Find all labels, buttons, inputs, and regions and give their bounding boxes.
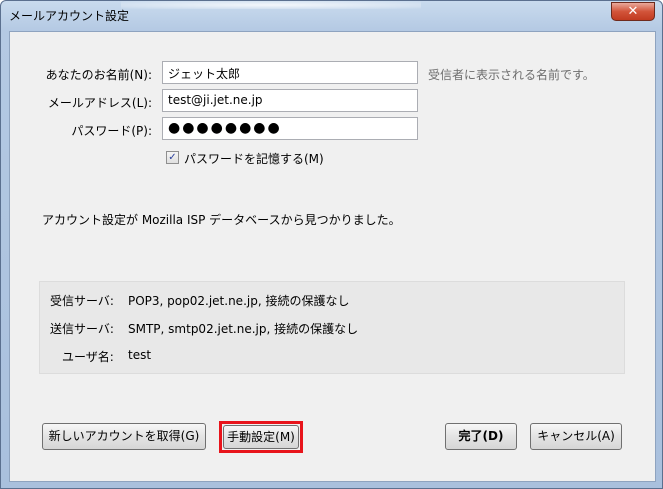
- username-value: test: [128, 348, 152, 362]
- password-label: パスワード(P):: [71, 124, 152, 138]
- done-button[interactable]: 完了(D): [445, 423, 517, 450]
- server-info-box: 受信サーバ: POP3, pop02.jet.ne.jp, 接続の保護なし 送信…: [39, 281, 625, 374]
- incoming-server-value: POP3, pop02.jet.ne.jp, 接続の保護なし: [128, 294, 350, 308]
- window-title: メールアカウント設定: [9, 9, 130, 23]
- name-hint: 受信者に表示される名前です。: [428, 68, 595, 82]
- dialog-body: あなたのお名前(N): ジェット太郎 受信者に表示される名前です。 メールアドレ…: [9, 31, 656, 482]
- new-account-button[interactable]: 新しいアカウントを取得(G): [42, 423, 206, 450]
- outgoing-server-value: SMTP, smtp02.jet.ne.jp, 接続の保護なし: [128, 322, 359, 336]
- password-value: ●●●●●●●●: [168, 120, 282, 136]
- manual-config-button[interactable]: 手動設定(M): [223, 425, 299, 449]
- email-label: メールアドレス(L):: [47, 96, 152, 110]
- title-glow: [121, 1, 421, 9]
- isp-found-message: アカウント設定が Mozilla ISP データベースから見つかりました。: [42, 213, 401, 227]
- name-input[interactable]: ジェット太郎: [162, 61, 418, 84]
- cancel-button[interactable]: キャンセル(A): [530, 423, 622, 450]
- remember-password-label[interactable]: パスワードを記憶する(M): [184, 150, 324, 167]
- name-label: あなたのお名前(N):: [45, 68, 152, 82]
- close-button[interactable]: ✕: [611, 2, 655, 21]
- remember-password-checkbox[interactable]: ✓: [166, 151, 179, 164]
- email-input[interactable]: test@ji.jet.ne.jp: [162, 89, 418, 112]
- email-value: test@ji.jet.ne.jp: [168, 93, 263, 107]
- name-value: ジェット太郎: [168, 67, 241, 81]
- account-setup-window: メールアカウント設定 ✕ あなたのお名前(N): ジェット太郎 受信者に表示され…: [0, 0, 663, 489]
- title-bar[interactable]: メールアカウント設定 ✕: [1, 1, 662, 29]
- close-icon: ✕: [627, 4, 639, 19]
- password-input[interactable]: ●●●●●●●●: [162, 117, 418, 140]
- outgoing-server-label: 送信サーバ:: [50, 322, 114, 336]
- check-icon: ✓: [168, 152, 177, 163]
- username-label: ユーザ名:: [62, 350, 114, 364]
- incoming-server-label: 受信サーバ:: [50, 294, 114, 308]
